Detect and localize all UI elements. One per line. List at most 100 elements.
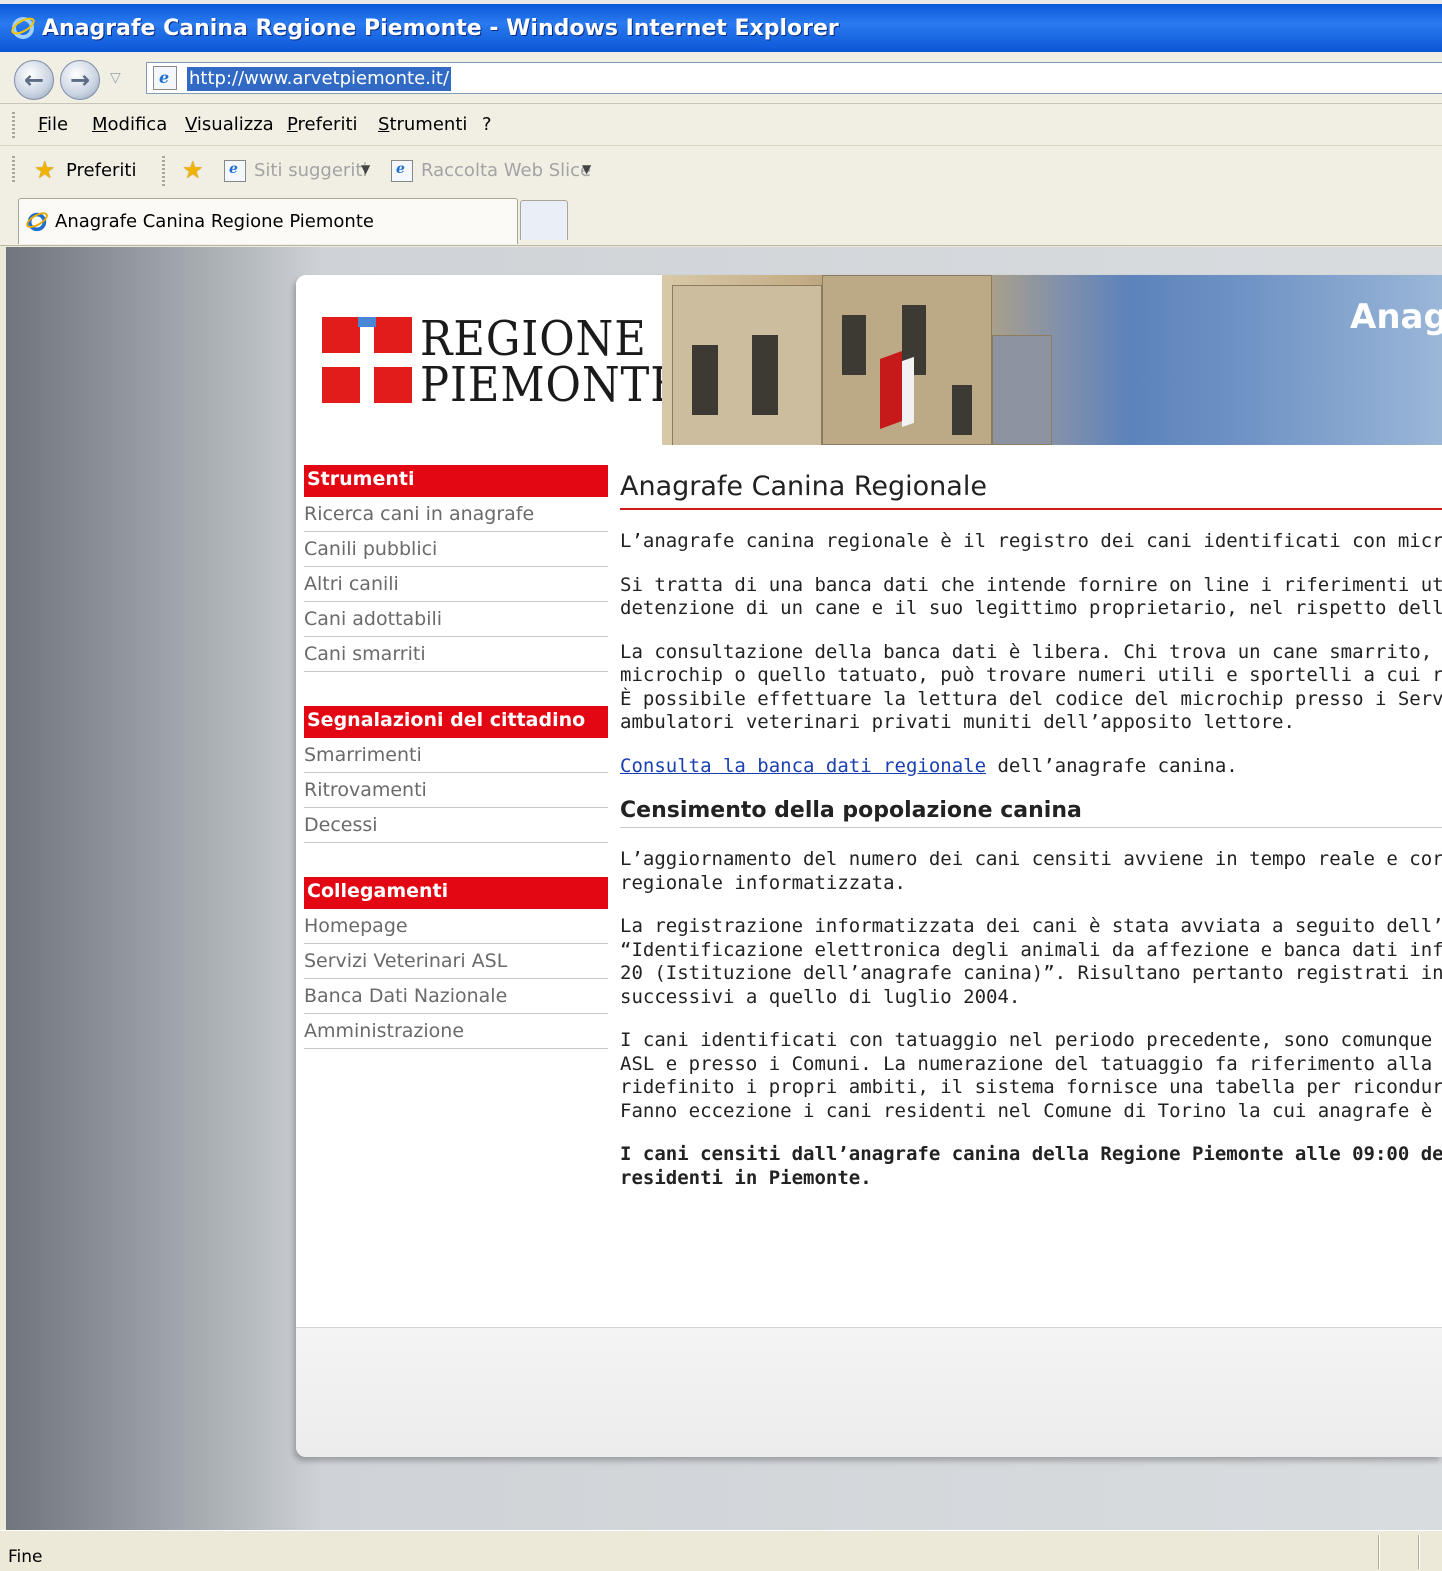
- sidebar-link-ritrovamenti[interactable]: Ritrovamenti: [304, 773, 608, 808]
- text-line: Si tratta di una banca dati che intende …: [620, 573, 1442, 596]
- flag-shape: [880, 350, 902, 430]
- url-text[interactable]: http://www.arvetpiemonte.it/: [187, 67, 452, 91]
- text-line: regionale informatizzata.: [620, 871, 906, 894]
- text-line: detenzione di un cane e il suo legittimo…: [620, 597, 1442, 619]
- sidebar-link-cani-smarriti[interactable]: Cani smarriti: [304, 637, 608, 672]
- sidebar-link-servizi-veterinari-asl[interactable]: Servizi Veterinari ASL: [304, 944, 608, 979]
- text-line: La registrazione informatizzata dei cani…: [620, 915, 1442, 937]
- menu-file[interactable]: File: [38, 114, 68, 135]
- tab-label: Anagrafe Canina Regione Piemonte: [55, 211, 374, 232]
- menu-bar: File Modifica Visualizza Preferiti Strum…: [0, 104, 1442, 146]
- text-line: successivi a quello di luglio 2004.: [620, 985, 1021, 1008]
- tab-bar: Anagrafe Canina Regione Piemonte: [0, 196, 1442, 246]
- sidebar-link-banca-dati-nazionale[interactable]: Banca Dati Nazionale: [304, 979, 608, 1014]
- status-text: Fine: [8, 1547, 43, 1567]
- consult-link-paragraph: Consulta la banca dati regionale dell’an…: [620, 755, 1442, 779]
- page-viewport: REGIONE PIEMONTE Anag Strumenti Ricerca c…: [6, 247, 1442, 1530]
- toolbar-grip[interactable]: [12, 112, 15, 138]
- text-line: “Identificazione elettronica degli anima…: [620, 938, 1442, 961]
- text-line: L’aggiornamento del numero dei cani cens…: [620, 848, 1442, 870]
- window-title: Anagrafe Canina Regione Piemonte - Windo…: [42, 16, 839, 41]
- page-icon: e: [153, 66, 177, 90]
- add-favorite-icon[interactable]: ★: [182, 156, 204, 184]
- sidebar-link-amministrazione[interactable]: Amministrazione: [304, 1014, 608, 1049]
- consult-database-link[interactable]: Consulta la banca dati regionale: [620, 755, 986, 777]
- tab-anagrafe-canina[interactable]: Anagrafe Canina Regione Piemonte: [18, 198, 518, 244]
- menu-modifica[interactable]: Modifica: [92, 114, 167, 135]
- sidebar-nav: Strumenti Ricerca cani in anagrafe Canili …: [304, 465, 608, 1049]
- favorites-star-icon[interactable]: ★: [34, 156, 56, 184]
- regione-piemonte-logo[interactable]: REGIONE PIEMONTE: [322, 315, 682, 409]
- menu-visualizza[interactable]: Visualizza: [185, 114, 274, 135]
- text-line: I cani censiti dall’anagrafe canina dell…: [620, 1143, 1442, 1165]
- text-line: 20 (Istituzione dell’anagrafe canina)”. …: [620, 962, 1442, 984]
- sidebar-link-cani-adottabili[interactable]: Cani adottabili: [304, 602, 608, 637]
- forward-arrow-icon: →: [69, 66, 91, 94]
- suggested-sites-icon: e: [224, 160, 246, 182]
- logo-crown: [358, 317, 376, 327]
- logo-square: [374, 317, 412, 353]
- web-slice-dropdown-icon[interactable]: ▼: [582, 162, 591, 176]
- banner-photo: [662, 275, 1442, 445]
- text-line: ambulatori veterinari privati muniti del…: [620, 711, 1295, 733]
- text-line: ridefinito i propri ambiti, il sistema f…: [620, 1076, 1442, 1098]
- text-line: ASL e presso i Comuni. La numerazione de…: [620, 1052, 1442, 1075]
- window-shape: [842, 315, 866, 375]
- toolbar-separator: [162, 156, 165, 186]
- status-panel-divider: [1418, 1535, 1420, 1569]
- window-shape: [752, 335, 778, 415]
- window-shape: [952, 385, 972, 435]
- flag-shape: [902, 356, 914, 428]
- toolbar-grip[interactable]: [12, 156, 15, 182]
- intro-paragraph: L’anagrafe canina regionale è il registr…: [620, 530, 1442, 554]
- building-facade: [992, 335, 1052, 445]
- ie-icon: [11, 17, 35, 39]
- main-content: Anagrafe Canina Regionale L’anagrafe can…: [620, 471, 1442, 1190]
- logo-square: [374, 367, 412, 403]
- census-count-paragraph: I cani censiti dall’anagrafe canina dell…: [620, 1143, 1442, 1190]
- back-button[interactable]: ←: [14, 60, 54, 100]
- registration-paragraph: La registrazione informatizzata dei cani…: [620, 915, 1442, 1009]
- ie-icon: [26, 212, 48, 232]
- suggested-sites-dropdown-icon[interactable]: ▼: [361, 162, 370, 176]
- text-line: residenti in Piemonte.: [620, 1166, 872, 1189]
- status-bar: Fine: [0, 1530, 1442, 1571]
- page-title: Anagrafe Canina Regionale: [620, 471, 1442, 510]
- logo-line2: PIEMONTE: [420, 357, 683, 413]
- sidebar-link-ricerca-cani-in-anagrafe[interactable]: Ricerca cani in anagrafe: [304, 497, 608, 532]
- consultation-paragraph: La consultazione della banca dati è libe…: [620, 641, 1442, 735]
- window-shape: [692, 345, 718, 415]
- favorites-button[interactable]: Preferiti: [66, 160, 137, 181]
- page-footer: [296, 1327, 1442, 1457]
- sidebar-link-smarrimenti[interactable]: Smarrimenti: [304, 738, 608, 773]
- back-arrow-icon: ←: [23, 66, 45, 94]
- status-panel-divider: [1378, 1535, 1380, 1569]
- description-paragraph: Si tratta di una banca dati che intende …: [620, 574, 1442, 621]
- menu-help[interactable]: ?: [482, 114, 492, 135]
- url-field[interactable]: e http://www.arvetpiemonte.it/: [146, 62, 1442, 94]
- sidebar-link-homepage[interactable]: Homepage: [304, 909, 608, 944]
- menu-preferiti[interactable]: Preferiti: [287, 114, 358, 135]
- sidebar-section-heading: Segnalazioni del cittadino: [304, 706, 608, 738]
- suggested-sites-button[interactable]: Siti suggeriti: [254, 160, 367, 181]
- sidebar-link-decessi[interactable]: Decessi: [304, 808, 608, 843]
- window-titlebar: Anagrafe Canina Regione Piemonte - Windo…: [0, 0, 1442, 52]
- new-tab-button[interactable]: [520, 200, 568, 240]
- recent-pages-dropdown-icon[interactable]: ▽: [110, 70, 121, 86]
- text-line: I cani identificati con tatuaggio nel pe…: [620, 1029, 1442, 1051]
- logo-square: [322, 367, 360, 403]
- link-suffix: dell’anagrafe canina.: [986, 754, 1238, 777]
- sidebar-link-altri-canili[interactable]: Altri canili: [304, 567, 608, 602]
- forward-button[interactable]: →: [60, 60, 100, 100]
- text-line: Fanno eccezione i cani residenti nel Com…: [620, 1099, 1442, 1122]
- tattoo-paragraph: I cani identificati con tatuaggio nel pe…: [620, 1029, 1442, 1123]
- text-line: microchip o quello tatuato, può trovare …: [620, 664, 1442, 686]
- web-slice-gallery-button[interactable]: Raccolta Web Slice: [421, 160, 591, 181]
- site-banner: REGIONE PIEMONTE Anag: [296, 275, 1442, 445]
- census-update-paragraph: L’aggiornamento del numero dei cani cens…: [620, 848, 1442, 895]
- logo-line1: REGIONE: [420, 311, 647, 367]
- sidebar-link-canili-pubblici[interactable]: Canili pubblici: [304, 532, 608, 567]
- menu-strumenti[interactable]: Strumenti: [378, 114, 467, 135]
